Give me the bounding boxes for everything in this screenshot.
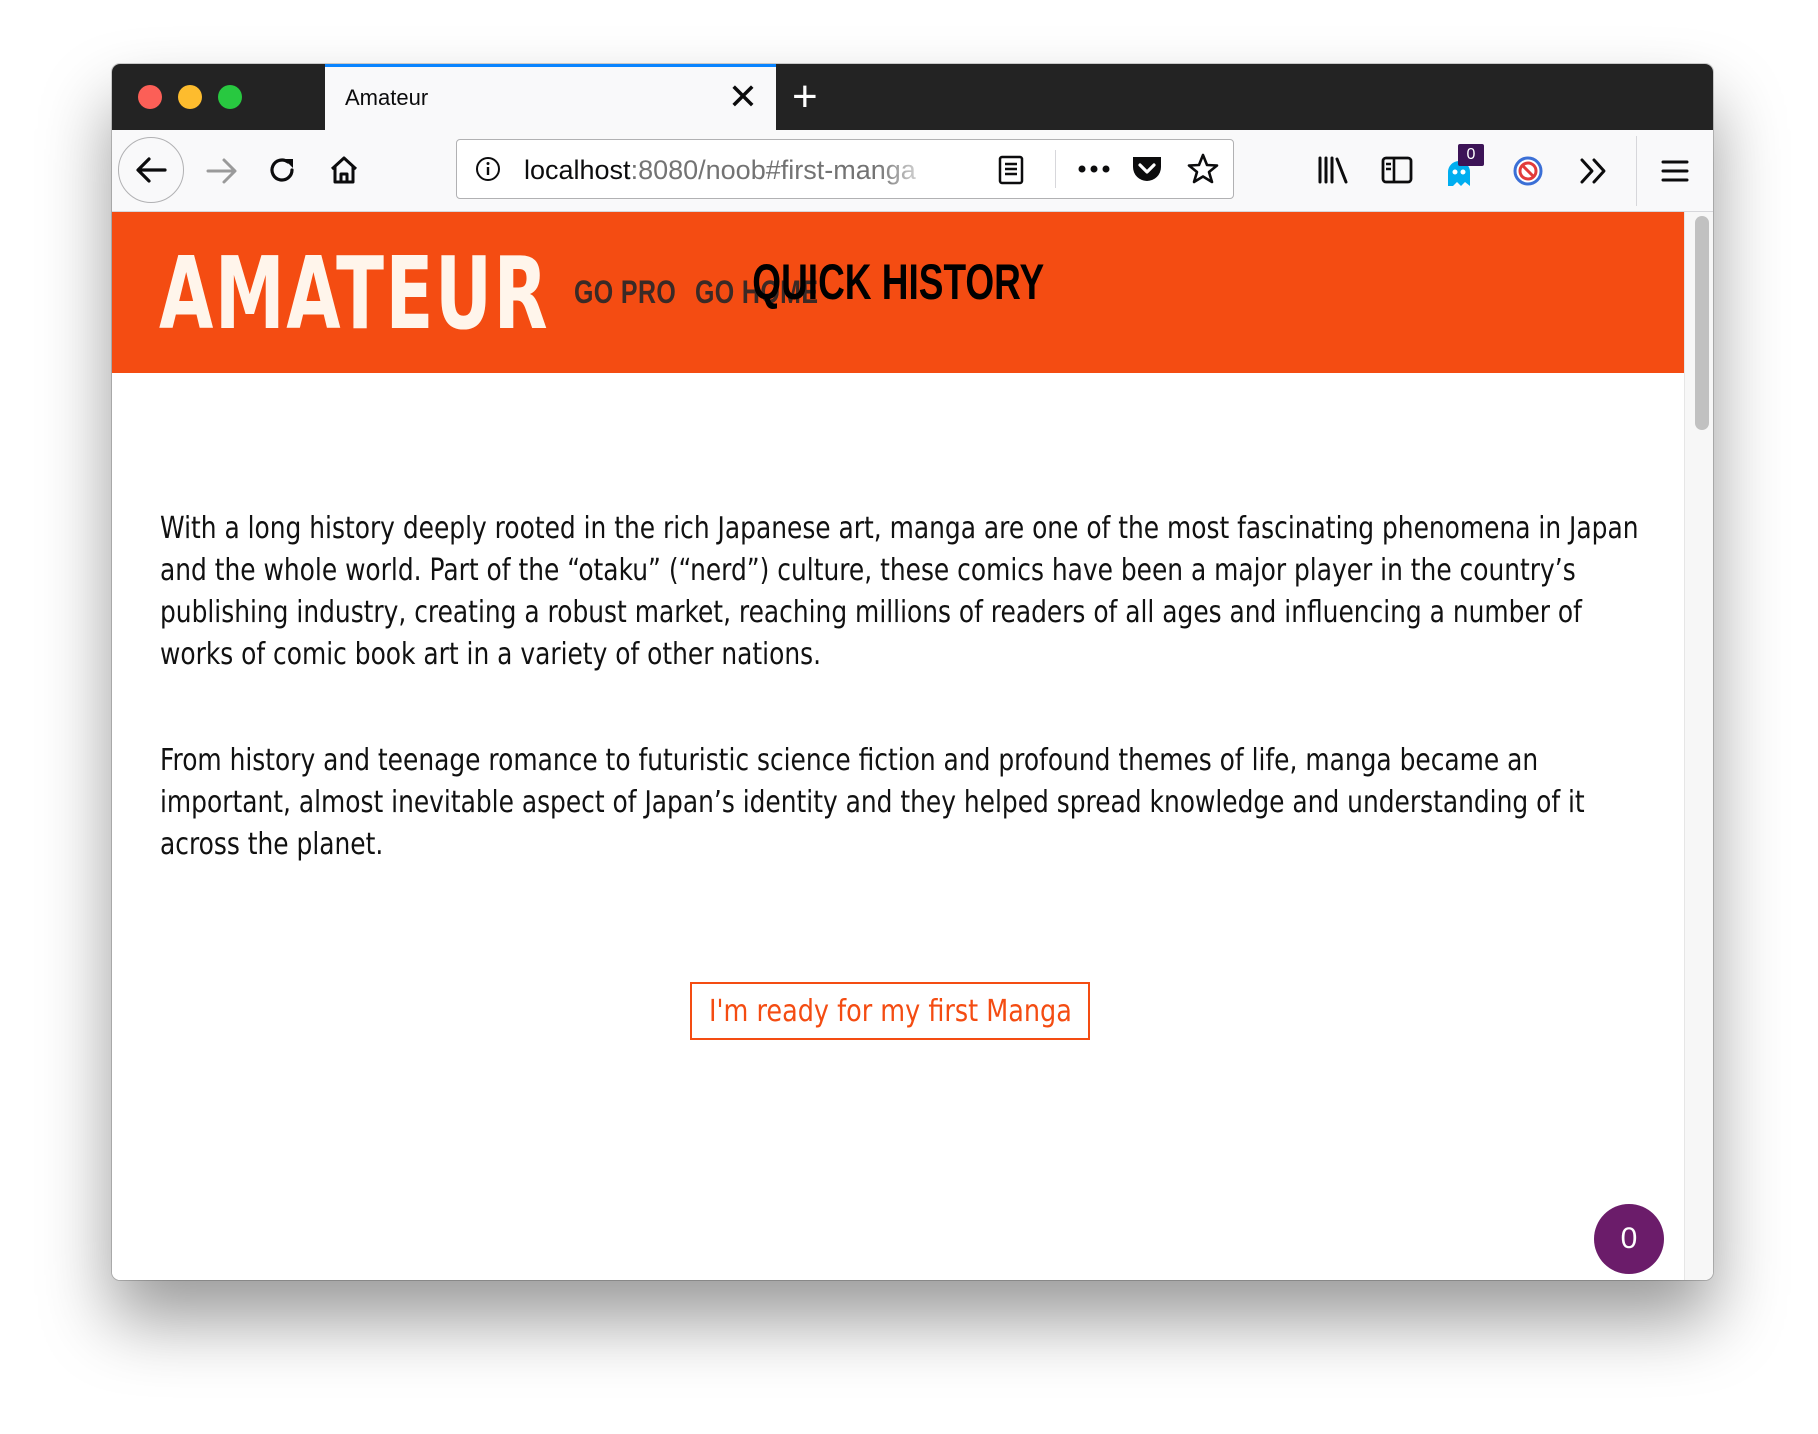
bookmark-star-icon[interactable]: [1186, 152, 1220, 186]
first-manga-button[interactable]: I'm ready for my first Manga: [690, 982, 1090, 1040]
home-button[interactable]: [326, 152, 362, 188]
close-tab-icon[interactable]: ✕: [728, 77, 758, 117]
scrollbar-thumb[interactable]: [1695, 216, 1709, 430]
sidebar-toggle-icon[interactable]: [1380, 154, 1414, 186]
back-arrow-icon: [136, 157, 167, 183]
home-icon: [330, 156, 358, 184]
ghostery-badge: 0: [1458, 144, 1484, 166]
forward-button[interactable]: [202, 154, 242, 188]
pocket-icon[interactable]: [1130, 153, 1164, 185]
library-icon[interactable]: [1316, 154, 1350, 186]
url-divider: [1055, 150, 1056, 188]
url-host: localhost: [524, 155, 631, 185]
tab-title: Amateur: [345, 85, 429, 110]
page-title: QUICK HISTORY: [112, 253, 1684, 311]
page-actions-icon[interactable]: [1074, 155, 1114, 183]
toolbar-divider: [1636, 136, 1637, 206]
url-fade: [877, 148, 937, 190]
reload-icon: [270, 158, 294, 182]
title-bar: Amateur ✕ +: [112, 64, 1713, 130]
navigation-toolbar: localhost:8080/noob#first-manga 0: [112, 130, 1713, 212]
page-title-text: QUICK HISTORY: [752, 254, 1044, 310]
tab-amateur[interactable]: Amateur ✕: [325, 64, 776, 130]
page-content: AMATEUR GO PRO GO HOME QUICK HISTORY Wit…: [112, 212, 1684, 1280]
back-button[interactable]: [118, 137, 184, 203]
history-paragraph-2: From history and teenage romance to futu…: [160, 740, 1650, 866]
history-paragraph-2-text: From history and teenage romance to futu…: [160, 743, 1585, 862]
info-icon[interactable]: [474, 155, 502, 183]
reader-view-icon[interactable]: [997, 155, 1025, 185]
first-manga-button-label: I'm ready for my first Manga: [708, 993, 1072, 1029]
browser-window: Amateur ✕ + localhost:8080/noob#first-ma…: [112, 64, 1713, 1280]
new-tab-button[interactable]: +: [792, 72, 818, 122]
url-text[interactable]: localhost:8080/noob#first-manga: [524, 155, 924, 186]
history-paragraph-1: With a long history deeply rooted in the…: [160, 508, 1650, 676]
cart-count-button[interactable]: 0: [1594, 1204, 1664, 1274]
url-bar[interactable]: localhost:8080/noob#first-manga: [456, 139, 1234, 199]
close-window-button[interactable]: [138, 85, 162, 109]
zoom-window-button[interactable]: [218, 85, 242, 109]
url-path: :8080/noob#first-manga: [630, 155, 916, 185]
blocker-extension-icon[interactable]: [1512, 155, 1544, 187]
minimize-window-button[interactable]: [178, 85, 202, 109]
forward-arrow-icon: [206, 158, 237, 184]
hamburger-menu-icon[interactable]: [1660, 158, 1690, 184]
ghostery-extension-button[interactable]: 0: [1444, 144, 1488, 190]
history-paragraph-1-text: With a long history deeply rooted in the…: [160, 511, 1639, 672]
overflow-chevron-icon[interactable]: [1578, 156, 1610, 186]
reload-button[interactable]: [264, 152, 300, 188]
